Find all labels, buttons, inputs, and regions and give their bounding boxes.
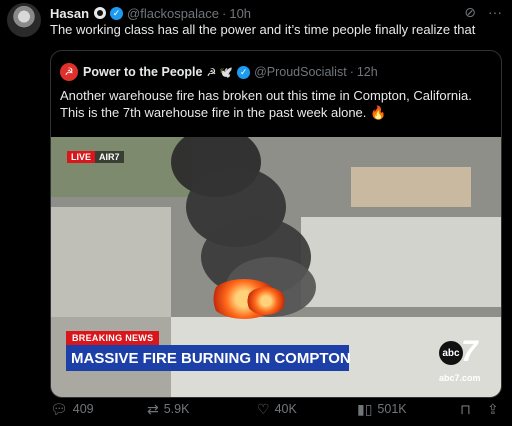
separator-dot: · bbox=[349, 65, 354, 79]
reply-button[interactable]: 💬︎ 409 bbox=[50, 401, 94, 418]
affiliate-badge-icon bbox=[94, 7, 107, 19]
grok-icon[interactable]: ⊘ bbox=[464, 4, 476, 21]
like-icon: ♡ bbox=[257, 400, 270, 417]
quote-handle[interactable]: @ProudSocialist bbox=[254, 65, 347, 79]
news-video-still[interactable]: LIVE AIR7 BREAKING NEWS MASSIVE FIRE BUR… bbox=[51, 137, 501, 397]
like-button[interactable]: ♡ 40K bbox=[257, 401, 297, 418]
verified-icon: ✓ bbox=[237, 65, 251, 79]
quote-name-emoji: ☭ 🕊️ bbox=[206, 66, 234, 79]
quoted-tweet[interactable]: ☭ Power to the People ☭ 🕊️ ✓ @ProudSocia… bbox=[50, 50, 502, 398]
repost-count: 5.9K bbox=[163, 402, 190, 416]
bookmark-icon: ⊓ bbox=[460, 400, 471, 417]
views-button[interactable]: ▮▯ 501K bbox=[357, 401, 407, 418]
tweet-text: The working class has all the power and … bbox=[50, 22, 476, 37]
repost-icon: ⇄ bbox=[147, 400, 159, 417]
news-headline: MASSIVE FIRE BURNING IN COMPTON bbox=[66, 345, 351, 371]
tweet-top-actions: ⊘ ··· bbox=[464, 4, 502, 21]
views-icon: ▮▯ bbox=[357, 400, 373, 417]
warehouse-roof bbox=[301, 217, 501, 307]
share-button[interactable]: ⇪ bbox=[487, 401, 499, 418]
reply-icon: 💬︎ bbox=[50, 400, 68, 417]
author-handle[interactable]: @flackospalace bbox=[127, 6, 219, 21]
quote-header: ☭ Power to the People ☭ 🕊️ ✓ @ProudSocia… bbox=[60, 63, 378, 81]
trees-area bbox=[51, 137, 191, 197]
live-label: LIVE bbox=[67, 151, 96, 163]
live-indicator: LIVE AIR7 bbox=[67, 151, 124, 163]
author-avatar[interactable] bbox=[7, 3, 41, 37]
tweet-time[interactable]: 10h bbox=[229, 6, 251, 21]
quote-text: Another warehouse fire has broken out th… bbox=[60, 88, 472, 120]
tweet-header: Hasan ✓ @flackospalace · 10h bbox=[50, 4, 251, 22]
abc7-url: abc7.com bbox=[439, 373, 481, 383]
views-count: 501K bbox=[377, 402, 407, 416]
quote-avatar[interactable]: ☭ bbox=[60, 63, 78, 81]
author-name[interactable]: Hasan bbox=[50, 6, 89, 21]
repost-button[interactable]: ⇄ 5.9K bbox=[147, 401, 189, 418]
quote-time[interactable]: 12h bbox=[357, 65, 378, 79]
bookmark-button[interactable]: ⊓ bbox=[460, 401, 471, 418]
breaking-news-label: BREAKING NEWS bbox=[66, 331, 160, 345]
verified-icon: ✓ bbox=[110, 6, 124, 20]
quote-author-name[interactable]: Power to the People bbox=[83, 65, 202, 79]
like-count: 40K bbox=[274, 402, 297, 416]
warehouse-roof bbox=[351, 167, 471, 207]
separator-dot: · bbox=[222, 5, 227, 21]
warehouse-roof bbox=[51, 207, 171, 317]
abc7-logo: abc 7 bbox=[439, 335, 479, 368]
air7-label: AIR7 bbox=[95, 151, 124, 163]
reply-count: 409 bbox=[72, 402, 94, 416]
fire-flames bbox=[246, 287, 286, 315]
tweet-actions: 💬︎ 409 ⇄ 5.9K ♡ 40K ▮▯ 501K ⊓ ⇪ bbox=[50, 400, 505, 418]
share-icon: ⇪ bbox=[487, 400, 499, 417]
more-icon[interactable]: ··· bbox=[488, 4, 502, 21]
